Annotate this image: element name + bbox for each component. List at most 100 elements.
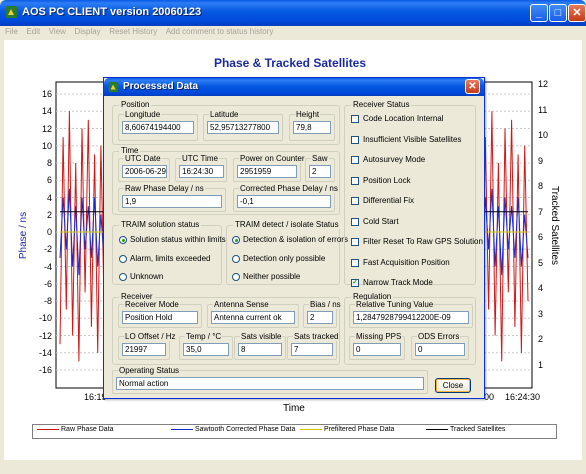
- right-axis-label-box: Tracked Satellites: [525, 150, 565, 310]
- radio-label-within-limits: Solution status within limits: [130, 235, 226, 244]
- receiver-status-label: Fast Acquisition Position: [363, 257, 450, 267]
- left-tick-label: -6: [43, 278, 52, 289]
- receiver-status-checkbox[interactable]: [351, 156, 359, 164]
- raw-delay-field[interactable]: 1,9: [122, 195, 222, 208]
- utc-date-box: UTC Date 2006-06-29: [118, 154, 170, 182]
- sats-visible-box: Sats visible 8: [234, 332, 286, 360]
- receiver-status-checkbox[interactable]: [351, 176, 359, 185]
- utc-date-label: UTC Date: [124, 154, 162, 163]
- tuning-value-field[interactable]: 1,2847928799412200E-09: [353, 311, 469, 324]
- sats-tracked-field[interactable]: 7: [291, 343, 333, 356]
- missing-pps-box: Missing PPS 0: [349, 332, 405, 360]
- traim-solution-group: TRAIM solution status Solution status wi…: [112, 220, 226, 285]
- right-tick-label: 1: [538, 360, 544, 370]
- utc-time-label: UTC Time: [181, 154, 219, 163]
- operating-status-field[interactable]: Normal action: [116, 377, 424, 390]
- legend-swatch-raw: [37, 428, 59, 430]
- receiver-status-checkbox[interactable]: [351, 135, 359, 144]
- saw-field[interactable]: 2: [309, 165, 331, 178]
- radio-detection-only[interactable]: [232, 255, 240, 263]
- legend-label-tracked: Tracked Satellites: [450, 426, 506, 433]
- processed-data-dialog: Processed Data ✕ Position Longitude 8,60…: [103, 77, 485, 399]
- latitude-field[interactable]: 52,95713277800: [207, 121, 279, 134]
- right-axis-label: Tracked Satellites: [549, 185, 561, 266]
- receiver-status-label: Code Location Internal: [363, 114, 444, 123]
- utc-date-field[interactable]: 2006-06-29: [122, 165, 167, 178]
- lo-offset-box: LO Offset / Hz 21997: [118, 332, 177, 360]
- longitude-field[interactable]: 8,60674194400: [122, 121, 194, 134]
- radio-alarm-limits-exceeded[interactable]: [119, 255, 127, 263]
- receiver-mode-box: Receiver Mode Position Hold: [118, 300, 202, 328]
- saw-box: Saw 2: [305, 154, 335, 182]
- receiver-mode-label: Receiver Mode: [124, 300, 180, 309]
- ods-errors-field[interactable]: 0: [415, 343, 465, 356]
- legend-item-sawtooth: Sawtooth Corrected Phase Data: [171, 426, 295, 433]
- left-tick-label: 14: [41, 106, 52, 117]
- radio-solution-within-limits[interactable]: [119, 236, 127, 244]
- radio-label-alarm: Alarm, limits exceeded: [130, 254, 211, 263]
- radio-detection-isolation[interactable]: [232, 236, 240, 244]
- tuning-value-label: Relative Tuning Value: [355, 300, 435, 309]
- ods-errors-label: ODS Errors: [417, 332, 461, 341]
- utc-time-field[interactable]: 16:24:30: [179, 165, 224, 178]
- x-tick-right-a: 00: [484, 392, 495, 402]
- left-axis-label-box: Phase / ns: [10, 200, 50, 280]
- corrected-delay-label: Corrected Phase Delay / ns: [239, 184, 339, 193]
- legend-label-sawtooth: Sawtooth Corrected Phase Data: [195, 426, 296, 433]
- receiver-status-checkbox[interactable]: [351, 238, 359, 246]
- close-button[interactable]: Close: [435, 378, 471, 393]
- legend-item-tracked: Tracked Satellites: [426, 426, 505, 433]
- legend-label-prefiltered: Prefiltered Phase Data: [324, 426, 395, 433]
- legend-item-raw: Raw Phase Data: [37, 426, 114, 433]
- receiver-status-label: Differential Fix: [363, 196, 414, 205]
- receiver-status-checkbox[interactable]: [351, 258, 359, 267]
- left-tick-label: -14: [38, 347, 52, 358]
- left-tick-label: 8: [46, 158, 52, 168]
- radio-unknown[interactable]: [119, 273, 127, 281]
- sats-visible-field[interactable]: 8: [238, 343, 282, 356]
- longitude-label: Longitude: [124, 110, 162, 119]
- receiver-status-checkbox[interactable]: [351, 217, 359, 226]
- receiver-status-checkbox[interactable]: [351, 197, 359, 205]
- tuning-value-box: Relative Tuning Value 1,2847928799412200…: [349, 300, 473, 328]
- dialog-title: Processed Data: [123, 81, 199, 92]
- latitude-label: Latitude: [209, 110, 240, 119]
- antenna-sense-field[interactable]: Antenna current ok: [211, 311, 295, 324]
- dialog-title-bar[interactable]: Processed Data ✕: [104, 78, 484, 96]
- legend-swatch-tracked: [426, 428, 448, 430]
- height-field[interactable]: 79,8: [293, 121, 331, 134]
- left-tick-label: -8: [43, 296, 52, 306]
- legend-label-raw: Raw Phase Data: [61, 426, 114, 433]
- receiver-status-checkbox[interactable]: [351, 115, 359, 123]
- left-tick-label: 6: [46, 175, 52, 186]
- lo-offset-field[interactable]: 21997: [122, 343, 166, 356]
- time-group: Time UTC Date 2006-06-29 UTC Time 16:24:…: [112, 146, 340, 215]
- right-tick-label: 10: [538, 130, 549, 141]
- missing-pps-label: Missing PPS: [355, 332, 403, 341]
- ods-errors-box: ODS Errors 0: [411, 332, 469, 360]
- lo-offset-label: LO Offset / Hz: [124, 332, 177, 341]
- left-tick-label: 16: [41, 89, 52, 99]
- radio-label-detection-only: Detection only possible: [243, 254, 326, 263]
- power-counter-field[interactable]: 2951959: [237, 165, 297, 178]
- receiver-mode-field[interactable]: Position Hold: [122, 311, 198, 324]
- bias-field[interactable]: 2: [307, 311, 333, 324]
- sats-tracked-label: Sats tracked: [293, 332, 340, 341]
- receiver-status-checkbox[interactable]: ✓: [351, 279, 359, 287]
- regulation-group: Regulation Relative Tuning Value 1,28479…: [344, 292, 476, 365]
- missing-pps-field[interactable]: 0: [353, 343, 401, 356]
- dialog-close-x-button[interactable]: ✕: [465, 79, 480, 94]
- antenna-sense-box: Antenna Sense Antenna current ok: [207, 300, 299, 328]
- temp-box: Temp / °C 35,0: [179, 332, 233, 360]
- legend-swatch-sawtooth: [171, 428, 193, 430]
- corrected-delay-field[interactable]: -0,1: [237, 195, 331, 208]
- traim-detect-caption: TRAIM detect / isolate Status: [233, 220, 341, 229]
- chart-legend: Raw Phase Data Sawtooth Corrected Phase …: [32, 424, 557, 439]
- longitude-box: Longitude 8,60674194400: [118, 110, 198, 141]
- corrected-delay-box: Corrected Phase Delay / ns -0,1: [233, 184, 339, 212]
- receiver-status-label: Cold Start: [363, 216, 399, 226]
- legend-swatch-prefiltered: [300, 428, 322, 430]
- temp-field[interactable]: 35,0: [183, 343, 229, 356]
- temp-label: Temp / °C: [185, 332, 223, 341]
- radio-neither[interactable]: [232, 273, 240, 281]
